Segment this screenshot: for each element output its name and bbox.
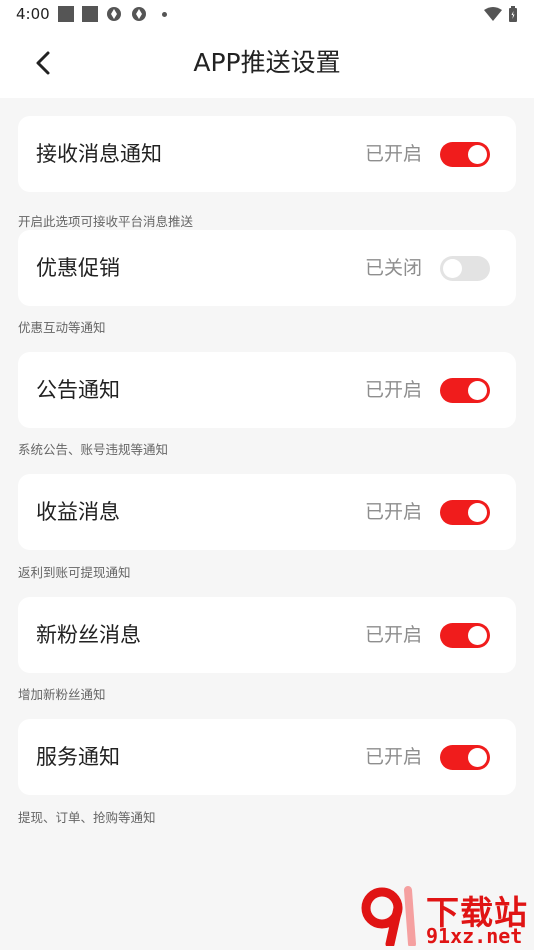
toggle-knob xyxy=(468,626,487,645)
toggle-knob xyxy=(468,381,487,400)
setting-row-announcements: 公告通知 已开启 xyxy=(18,352,516,428)
setting-state: 已开启 xyxy=(364,143,422,165)
toggle-knob xyxy=(443,259,462,278)
setting-description: 返利到账可提现通知 xyxy=(18,565,131,580)
setting-row-service: 服务通知 已开启 xyxy=(18,719,516,795)
toggle-knob xyxy=(468,145,487,164)
setting-label: 收益消息 xyxy=(36,500,120,524)
new-followers-toggle[interactable] xyxy=(440,623,490,648)
setting-description: 系统公告、账号违规等通知 xyxy=(18,442,169,457)
status-bar: 4:00 xyxy=(0,0,534,28)
setting-description: 开启此选项可接收平台消息推送 xyxy=(18,214,194,229)
setting-description: 优惠互动等通知 xyxy=(18,320,106,335)
announcements-toggle[interactable] xyxy=(440,378,490,403)
setting-state: 已开启 xyxy=(364,501,422,523)
square-icon xyxy=(58,6,74,22)
setting-state: 已开启 xyxy=(364,379,422,401)
setting-row-promotions: 优惠促销 已关闭 xyxy=(18,230,516,306)
service-toggle[interactable] xyxy=(440,745,490,770)
setting-state: 已开启 xyxy=(364,746,422,768)
setting-description: 增加新粉丝通知 xyxy=(18,687,106,702)
square-icon xyxy=(82,6,98,22)
wifi-icon xyxy=(484,7,502,21)
watermark: 下载站 91xz.net xyxy=(356,880,534,950)
watermark-url: 91xz.net xyxy=(426,924,523,948)
setting-state: 已开启 xyxy=(364,624,422,646)
receive-notifications-toggle[interactable] xyxy=(440,142,490,167)
chevron-left-icon[interactable] xyxy=(28,46,60,80)
setting-state: 已关闭 xyxy=(364,257,422,279)
brand-logo-icon xyxy=(361,886,416,946)
page-title: APP推送设置 xyxy=(193,48,341,77)
setting-label: 接收消息通知 xyxy=(36,142,162,166)
setting-label: 新粉丝消息 xyxy=(36,623,141,647)
status-time: 4:00 xyxy=(16,5,50,23)
app-header: APP推送设置 xyxy=(0,28,534,98)
setting-label: 优惠促销 xyxy=(36,256,120,280)
setting-description: 提现、订单、抢购等通知 xyxy=(18,810,156,825)
toggle-knob xyxy=(468,748,487,767)
earnings-toggle[interactable] xyxy=(440,500,490,525)
battery-icon xyxy=(509,6,517,22)
dot-icon xyxy=(162,12,167,17)
aperture-icon xyxy=(107,7,121,21)
setting-label: 公告通知 xyxy=(36,378,120,402)
setting-label: 服务通知 xyxy=(36,745,120,769)
setting-row-earnings: 收益消息 已开启 xyxy=(18,474,516,550)
setting-row-receive-notifications: 接收消息通知 已开启 xyxy=(18,116,516,192)
promotions-toggle[interactable] xyxy=(440,256,490,281)
toggle-knob xyxy=(468,503,487,522)
setting-row-new-followers: 新粉丝消息 已开启 xyxy=(18,597,516,673)
aperture-icon xyxy=(132,7,146,21)
